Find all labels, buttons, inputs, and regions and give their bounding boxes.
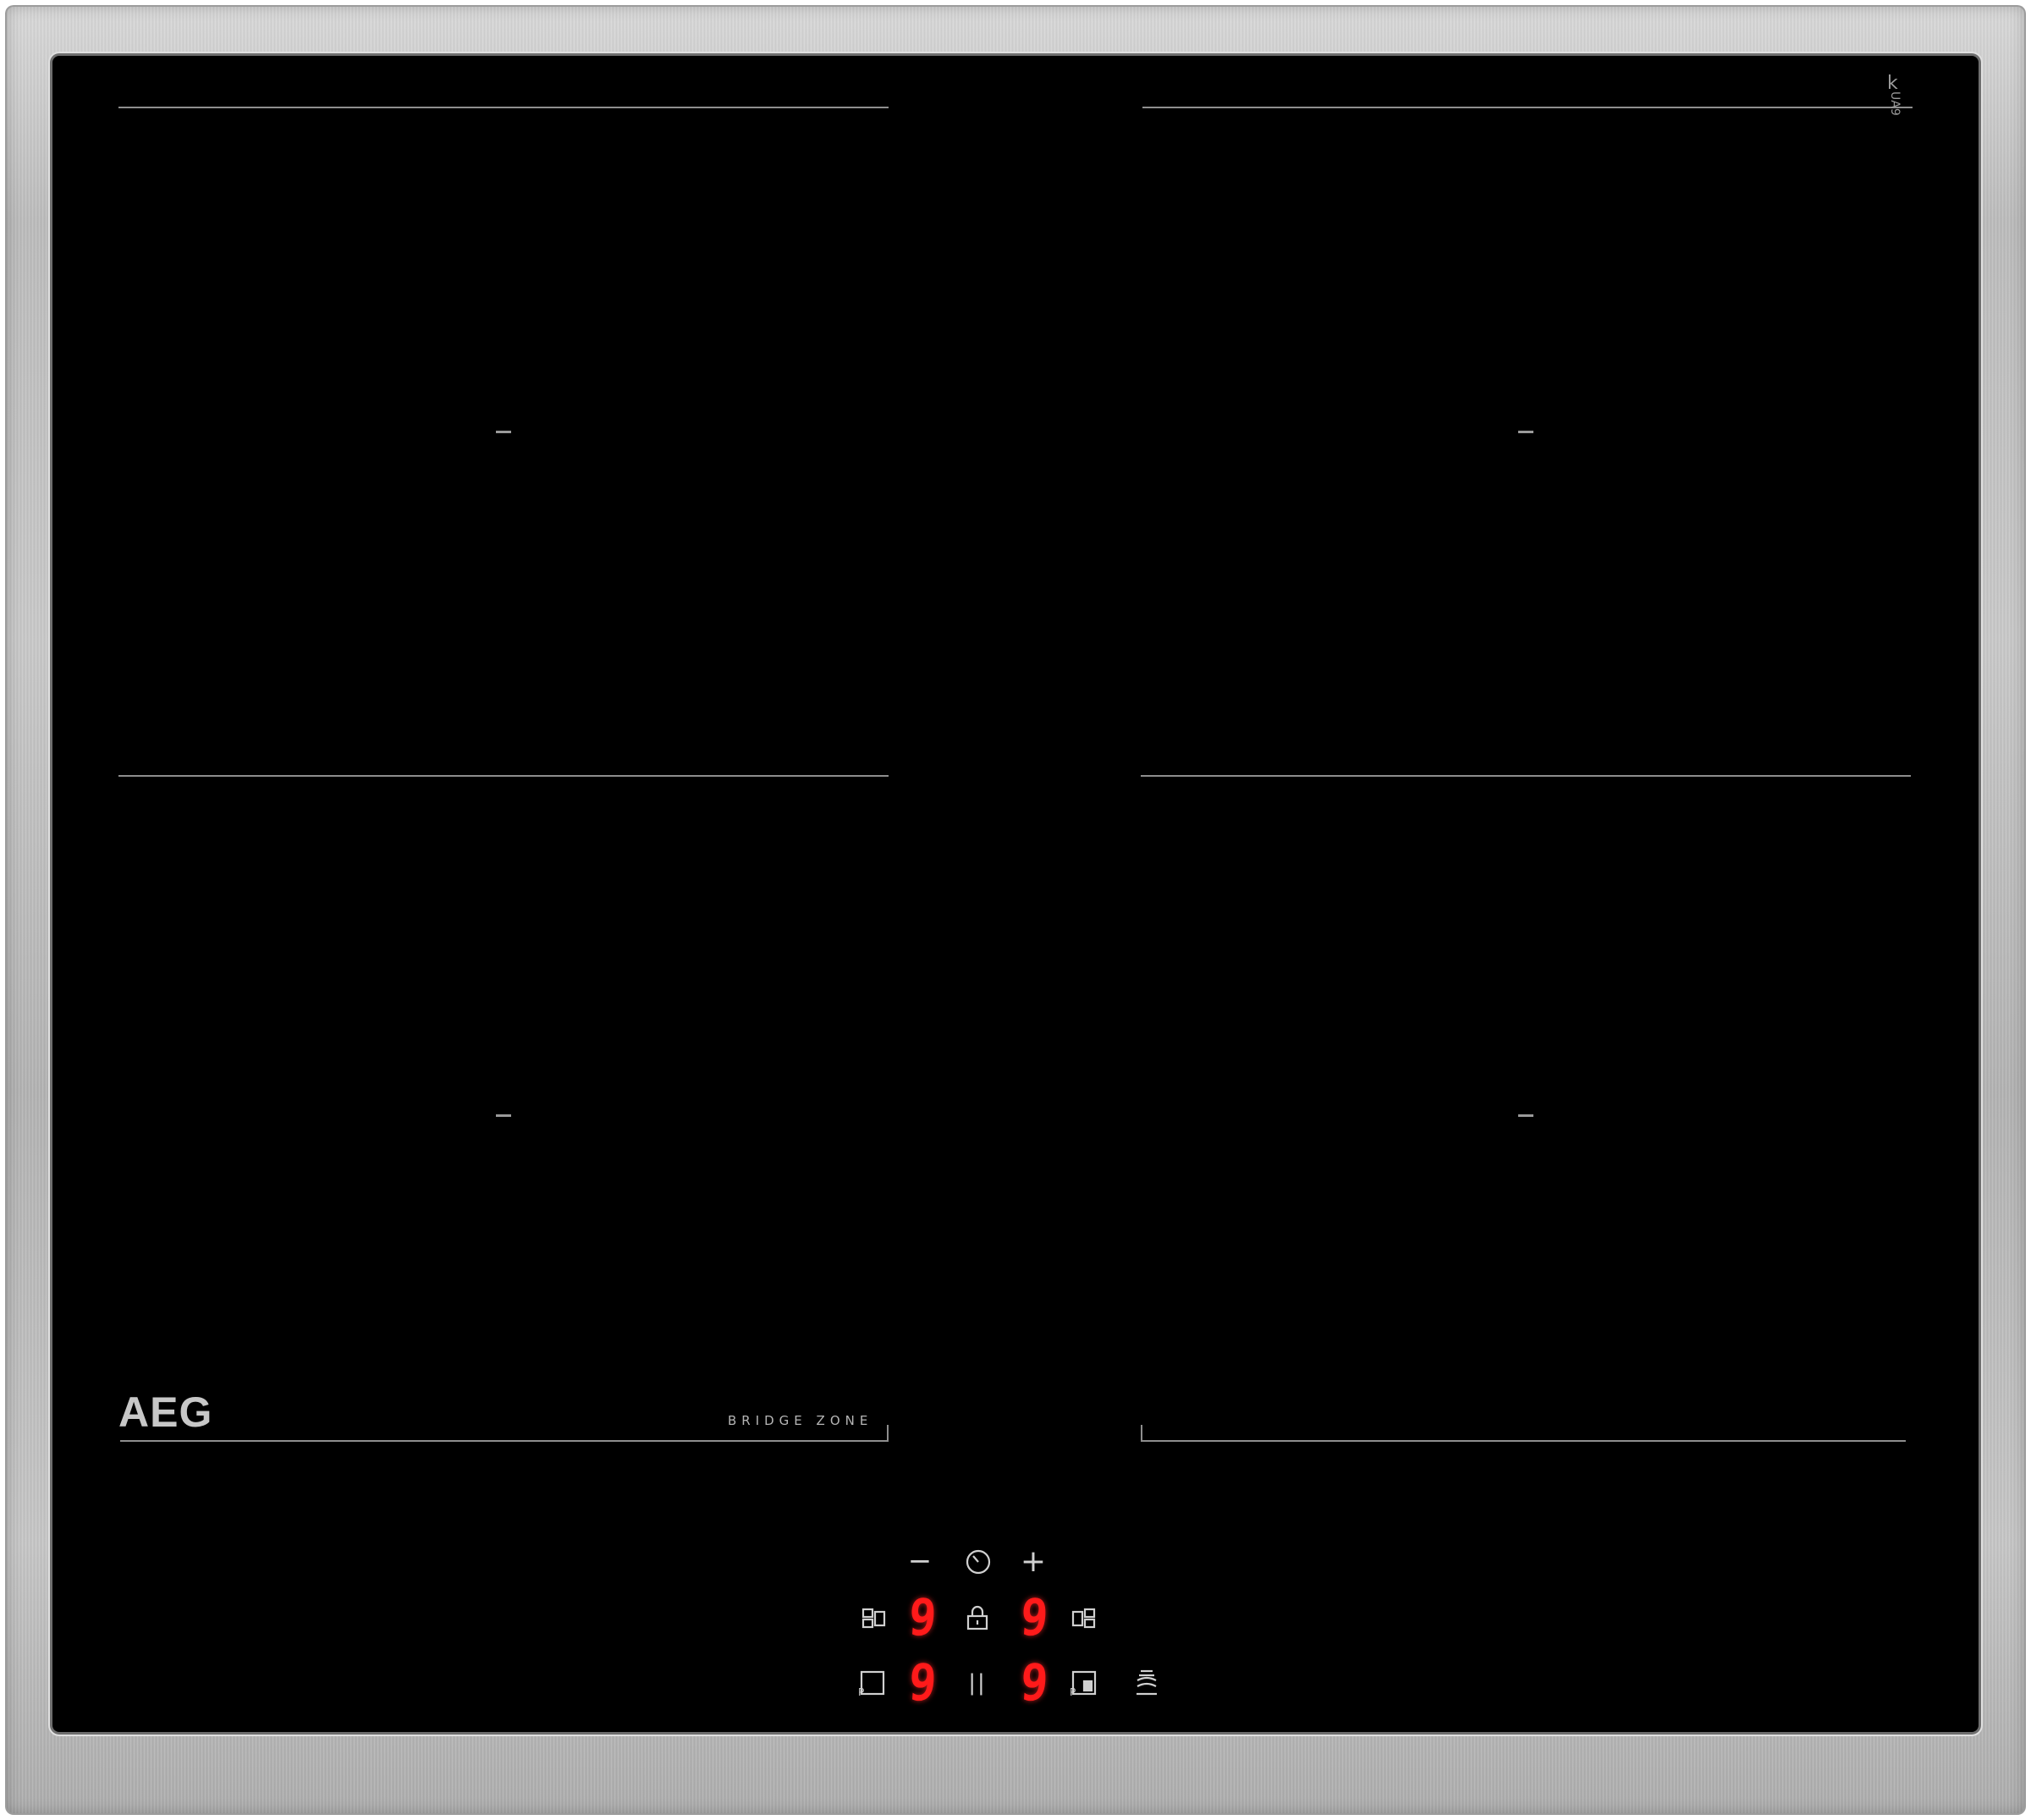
- zone-top-right-center-mark: [1518, 431, 1533, 433]
- svg-text:P: P: [858, 1686, 864, 1698]
- zone-top-left-center-mark: [496, 431, 511, 433]
- power-boost-right-icon[interactable]: P: [1070, 1670, 1097, 1698]
- timer-minus-button[interactable]: −: [905, 1544, 934, 1578]
- lock-icon[interactable]: [965, 1604, 990, 1631]
- zone-bottom-right-center-mark: [1518, 1114, 1533, 1117]
- zone-bottom-right-bottom-edge: [1141, 1440, 1906, 1442]
- bridge-left-icon[interactable]: [861, 1606, 887, 1631]
- pause-button[interactable]: ||: [963, 1669, 992, 1697]
- display-top-right: 9: [1018, 1587, 1050, 1647]
- power-boost-left-icon[interactable]: P: [858, 1670, 885, 1698]
- zone-top-right-top-edge: [1142, 107, 1913, 108]
- certification-mark-code: UA9: [1888, 91, 1902, 116]
- aeg-logo: AEG: [118, 1388, 213, 1436]
- bridge-right-icon[interactable]: [1071, 1606, 1097, 1631]
- hob2hood-icon[interactable]: [1134, 1669, 1159, 1697]
- zone-middle-left-divider: [118, 775, 889, 777]
- pause-label: ||: [968, 1670, 987, 1696]
- svg-text:P: P: [1070, 1686, 1076, 1698]
- zone-bottom-left-center-mark: [496, 1114, 511, 1117]
- certification-mark: k UA9: [1887, 74, 1929, 116]
- timer-plus-button[interactable]: +: [1019, 1544, 1048, 1579]
- bridge-zone-label: BRIDGE ZONE: [728, 1413, 873, 1428]
- zone-top-left-top-edge: [118, 107, 889, 108]
- display-bottom-right: 9: [1018, 1652, 1050, 1713]
- clock-icon[interactable]: [965, 1548, 992, 1575]
- zone-middle-right-divider: [1141, 775, 1911, 777]
- ceramic-glass-surface: [52, 56, 1979, 1732]
- display-bottom-left: 9: [906, 1652, 938, 1713]
- zone-bottom-left-bottom-edge: [120, 1440, 889, 1442]
- timer-plus-label: +: [1020, 1543, 1047, 1579]
- timer-minus-label: −: [907, 1544, 933, 1578]
- zone-bottom-right-corner-tick: [1141, 1425, 1142, 1442]
- product-photo: k UA9 AEG BRIDGE ZONE − + 9 9 P 9 || 9 P: [0, 0, 2031, 1820]
- display-top-left: 9: [906, 1587, 938, 1647]
- zone-bottom-left-corner-tick: [887, 1425, 889, 1442]
